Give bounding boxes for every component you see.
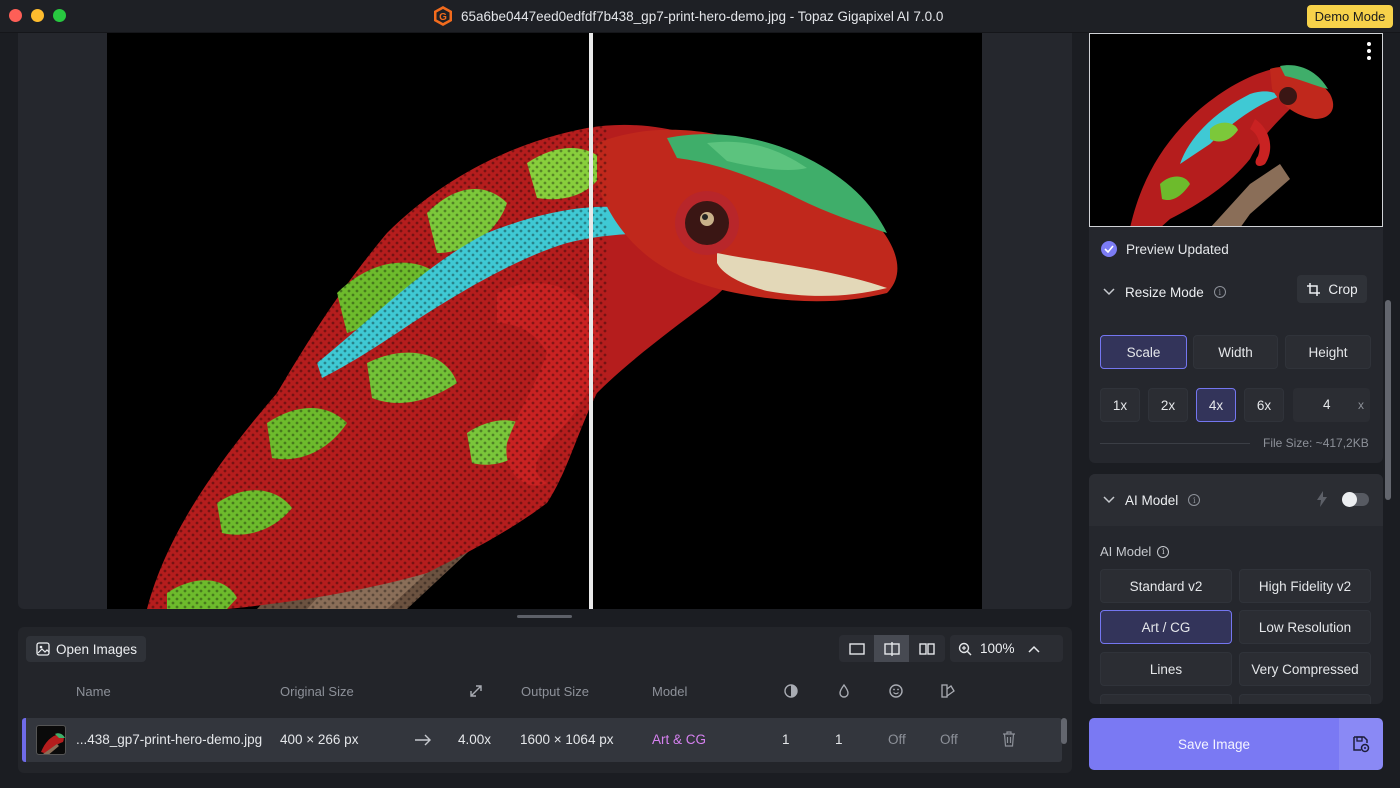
single-view-icon xyxy=(848,642,865,655)
preview-status: Preview Updated xyxy=(1089,227,1383,271)
navigator-thumbnail xyxy=(1130,65,1334,226)
chevron-up-icon[interactable] xyxy=(1028,645,1040,653)
face-recovery-icon xyxy=(889,684,903,698)
ai-model-toggle-knob[interactable] xyxy=(1342,492,1357,507)
close-window-button[interactable] xyxy=(9,9,22,22)
crop-button[interactable]: Crop xyxy=(1297,275,1367,303)
model-lines[interactable]: Lines xyxy=(1100,652,1232,686)
ai-model-title: AI Model xyxy=(1125,492,1179,508)
file-name: ...438_gp7-print-hero-demo.jpg xyxy=(76,732,263,747)
arrow-right-icon xyxy=(415,734,431,746)
window-title-group: G 65a6be0447eed0edfdf7b438_gp7-print-her… xyxy=(432,5,943,27)
save-settings-icon xyxy=(1353,736,1370,753)
header-original-size[interactable]: Original Size xyxy=(280,684,354,699)
custom-scale-unit: x xyxy=(1358,398,1364,412)
model-more-right[interactable] xyxy=(1239,694,1371,704)
view-single-button[interactable] xyxy=(839,635,874,662)
demo-mode-badge[interactable]: Demo Mode xyxy=(1307,5,1393,28)
file-output-size: 1600 × 1064 px xyxy=(520,732,614,747)
list-scrollbar[interactable] xyxy=(1061,718,1067,744)
view-side-by-side-button[interactable] xyxy=(909,635,944,662)
info-icon[interactable]: i xyxy=(1157,545,1170,558)
scale-4x-button[interactable]: 4x xyxy=(1196,388,1236,422)
zoom-value: 100% xyxy=(980,641,1015,656)
svg-text:G: G xyxy=(439,12,447,23)
image-list-panel: Open Images 100% Name Original Size Outp… xyxy=(18,627,1072,773)
preview-status-text: Preview Updated xyxy=(1126,241,1229,257)
trash-icon[interactable] xyxy=(1002,731,1016,747)
resize-mode-header[interactable]: Resize Mode i Crop xyxy=(1089,271,1383,313)
model-art-cg[interactable]: Art / CG xyxy=(1100,610,1232,644)
side-by-side-icon xyxy=(918,642,935,655)
window-title: 65a6be0447eed0edfdf7b438_gp7-print-hero-… xyxy=(461,8,944,24)
model-high-fidelity-v2[interactable]: High Fidelity v2 xyxy=(1239,569,1371,603)
view-split-button[interactable] xyxy=(874,635,909,662)
model-low-resolution[interactable]: Low Resolution xyxy=(1239,610,1371,644)
crop-label: Crop xyxy=(1328,281,1358,297)
panel-resize-handle[interactable] xyxy=(517,615,572,618)
denoise-icon xyxy=(784,684,798,698)
table-row[interactable]: ...438_gp7-print-hero-demo.jpg 400 × 266… xyxy=(22,718,1062,762)
ai-model-label-row: AI Model i xyxy=(1100,544,1170,559)
navigator-preview[interactable] xyxy=(1089,33,1383,227)
resize-mode-title: Resize Mode xyxy=(1125,284,1204,300)
chevron-down-icon[interactable] xyxy=(1103,288,1115,296)
image-icon xyxy=(36,642,50,656)
zoom-icon xyxy=(958,642,972,655)
file-sharpen-value: 1 xyxy=(835,732,843,747)
chevron-down-icon[interactable] xyxy=(1103,496,1115,504)
comparison-image[interactable] xyxy=(107,33,982,609)
crop-icon xyxy=(1307,282,1321,296)
scale-2x-button[interactable]: 2x xyxy=(1148,388,1188,422)
more-options-icon[interactable] xyxy=(1366,42,1372,60)
file-face-recovery-value: Off xyxy=(888,732,906,747)
info-icon[interactable]: i xyxy=(1188,494,1201,506)
model-more-left[interactable] xyxy=(1100,694,1232,704)
maximize-window-button[interactable] xyxy=(53,9,66,22)
info-icon[interactable]: i xyxy=(1213,286,1226,298)
sharpen-drop-icon xyxy=(839,683,849,698)
scale-6x-button[interactable]: 6x xyxy=(1244,388,1284,422)
view-mode-group xyxy=(839,635,945,662)
ai-model-header[interactable]: AI Model i xyxy=(1089,474,1383,526)
open-images-button[interactable]: Open Images xyxy=(26,636,146,662)
file-denoise-value: 1 xyxy=(782,732,790,747)
check-circle-icon xyxy=(1101,241,1117,257)
chameleon-image xyxy=(107,33,898,609)
file-model: Art & CG xyxy=(652,732,707,747)
scale-arrows-icon xyxy=(470,685,482,697)
file-size-text: File Size: ~417,2KB xyxy=(1263,436,1369,450)
file-scale: 4.00x xyxy=(458,732,492,747)
topaz-logo-icon: G xyxy=(434,6,452,26)
divider xyxy=(1100,443,1250,444)
resize-mode-height[interactable]: Height xyxy=(1285,335,1371,369)
model-very-compressed[interactable]: Very Compressed xyxy=(1239,652,1371,686)
custom-scale-value: 4 xyxy=(1323,397,1331,412)
file-thumbnail xyxy=(36,725,66,755)
title-bar: G 65a6be0447eed0edfdf7b438_gp7-print-her… xyxy=(0,0,1400,33)
header-model[interactable]: Model xyxy=(652,684,687,699)
scale-1x-button[interactable]: 1x xyxy=(1100,388,1140,422)
right-panel-scrollbar[interactable] xyxy=(1385,300,1391,500)
resize-mode-width[interactable]: Width xyxy=(1193,335,1278,369)
minimize-window-button[interactable] xyxy=(31,9,44,22)
resize-mode-scale[interactable]: Scale xyxy=(1100,335,1187,369)
split-view-icon xyxy=(883,641,900,656)
file-original-size: 400 × 266 px xyxy=(280,732,359,747)
save-image-button[interactable]: Save Image xyxy=(1089,718,1339,770)
header-output-size[interactable]: Output Size xyxy=(521,684,589,699)
zoom-control[interactable]: 100% xyxy=(950,635,1063,662)
model-standard-v2[interactable]: Standard v2 xyxy=(1100,569,1232,603)
header-name[interactable]: Name xyxy=(76,684,111,699)
custom-scale-input[interactable]: 4 x xyxy=(1293,388,1370,422)
color-correction-icon xyxy=(941,684,955,698)
image-preview-area[interactable] xyxy=(18,33,1072,609)
save-options-button[interactable] xyxy=(1339,718,1383,770)
open-images-label: Open Images xyxy=(56,641,138,657)
comparison-split-handle[interactable] xyxy=(589,33,593,609)
file-color-value: Off xyxy=(940,732,958,747)
ai-model-label: AI Model xyxy=(1100,544,1152,559)
lightning-icon[interactable] xyxy=(1316,491,1328,507)
